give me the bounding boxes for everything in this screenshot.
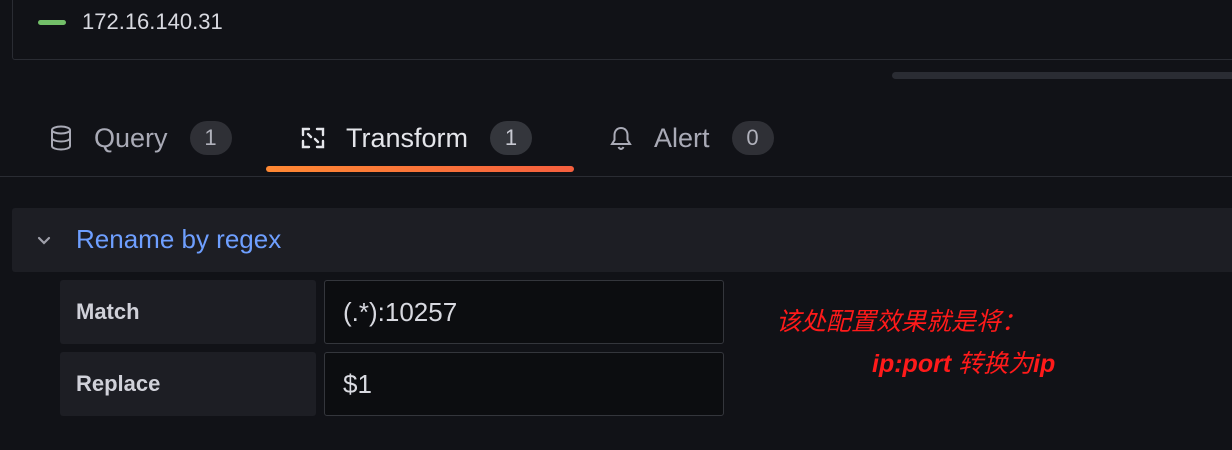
- transformation-title: Rename by regex: [76, 224, 282, 254]
- annotation-verb: 转换为: [951, 350, 1034, 378]
- editor-tabs: Query 1 Transform 1 Alert 0: [0, 100, 1232, 177]
- transformation-header[interactable]: Rename by regex: [12, 208, 1232, 272]
- annotation-line-2: ip:port 转换为ip: [872, 344, 1055, 380]
- annotation-from: ip:port: [872, 350, 952, 378]
- chevron-down-icon[interactable]: [34, 230, 54, 250]
- replace-input[interactable]: $1: [324, 352, 724, 416]
- match-input[interactable]: (.*):10257: [324, 280, 724, 344]
- annotation-line-1: 该处配置效果就是将：: [776, 308, 1027, 336]
- tab-transform[interactable]: Transform 1: [300, 100, 533, 176]
- tab-alert-count: 0: [731, 121, 774, 155]
- annotation-to: ip: [1033, 350, 1056, 378]
- legend-series-label[interactable]: 172.16.140.31: [82, 9, 223, 35]
- horizontal-scrollbar[interactable]: [892, 72, 1232, 79]
- legend-series-swatch[interactable]: [38, 20, 66, 25]
- tab-query[interactable]: Query 1: [48, 100, 232, 176]
- match-label: Match: [60, 280, 316, 344]
- transform-icon: [300, 125, 326, 151]
- tab-query-label: Query: [94, 122, 168, 153]
- tab-alert[interactable]: Alert 0: [608, 100, 774, 176]
- active-tab-indicator: [266, 166, 574, 172]
- bell-icon: [608, 125, 634, 151]
- tab-transform-count: 1: [490, 121, 533, 155]
- replace-label: Replace: [60, 352, 316, 416]
- database-icon: [48, 125, 74, 151]
- tab-query-count: 1: [189, 121, 232, 155]
- tab-transform-label: Transform: [346, 122, 469, 153]
- tab-alert-label: Alert: [654, 122, 710, 153]
